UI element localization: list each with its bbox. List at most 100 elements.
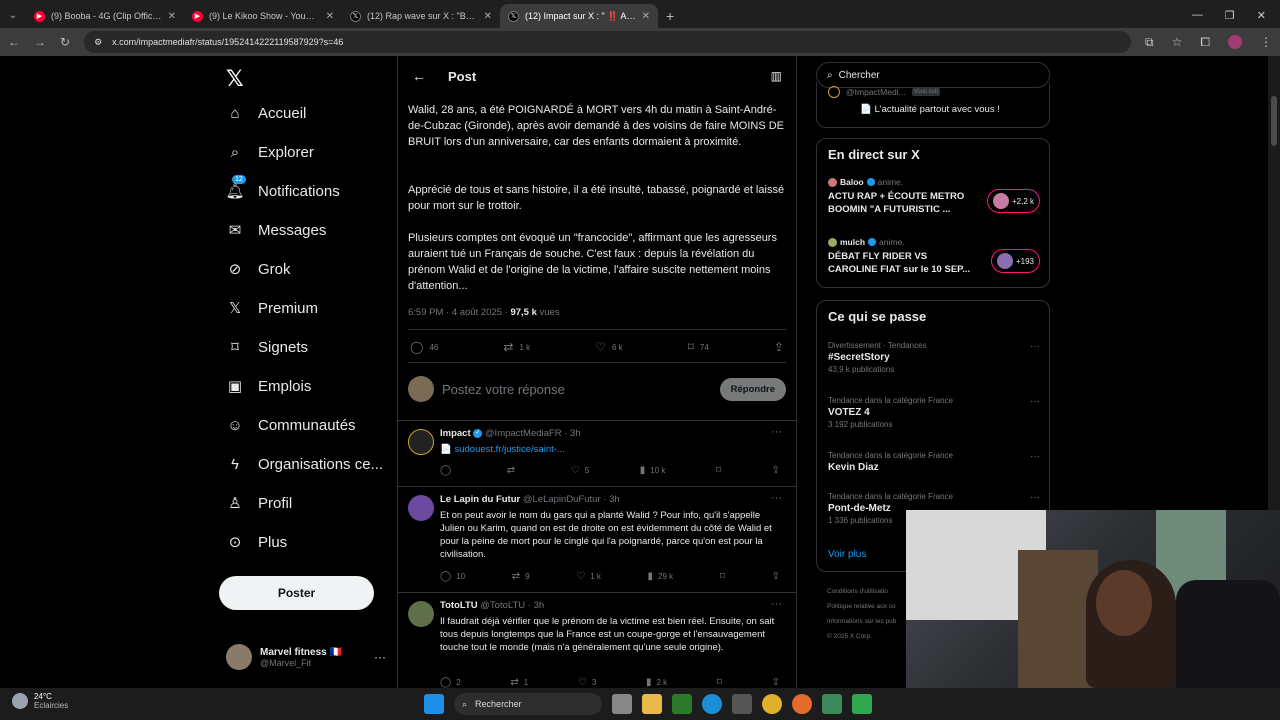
author-name[interactable]: Le Lapin du Futur: [440, 494, 520, 505]
edge-icon[interactable]: [702, 694, 722, 714]
views-button[interactable]: ▮ 2 k: [646, 677, 667, 688]
reply-tweet[interactable]: Le Lapin du Futur @LeLapinDuFutur · 3h ·…: [398, 486, 796, 590]
bookmark-star-icon[interactable]: ☆: [1172, 35, 1183, 50]
repost-button[interactable]: ⇄ 9: [512, 571, 530, 582]
nav-item-messages[interactable]: ✉ Messages: [226, 221, 327, 240]
post-button[interactable]: Poster: [219, 576, 374, 610]
app-icon[interactable]: [852, 694, 872, 714]
show-more-link[interactable]: Voir plus: [828, 549, 866, 560]
more-icon[interactable]: ···: [771, 598, 782, 610]
listeners-pill[interactable]: +193: [990, 249, 1040, 273]
windows-start-icon[interactable]: [424, 694, 444, 714]
reply-button[interactable]: ◯ 2: [440, 677, 461, 688]
scrollbar-thumb[interactable]: [1271, 96, 1277, 146]
live-item[interactable]: Baloo anime. ACTU RAP + ÉCOUTE METRO BOOM…: [828, 177, 1040, 216]
tweet-time[interactable]: · 3h: [528, 600, 544, 611]
views-button[interactable]: ▮ 10 k: [640, 465, 666, 476]
nav-item-communautes[interactable]: ☺ Communautés: [226, 416, 355, 434]
nav-item-explorer[interactable]: ⌕ Explorer: [226, 143, 314, 161]
share-button[interactable]: ⇪: [774, 340, 784, 354]
nav-item-profil[interactable]: ♙ Profil: [226, 494, 292, 513]
close-icon[interactable]: ✕: [642, 11, 650, 22]
reload-icon[interactable]: ↻: [60, 35, 70, 49]
nav-item-premium[interactable]: 𝕏 Premium: [226, 299, 318, 318]
post-timestamp[interactable]: 6:59 PM · 4 août 2025 ·: [408, 307, 510, 318]
more-icon[interactable]: ···: [1030, 396, 1040, 407]
profile-preview-card[interactable]: @ImpactMedi... Vous suit 📄 L'actualité p…: [816, 82, 1050, 128]
tweet-time[interactable]: · 3h: [603, 494, 619, 505]
forward-icon[interactable]: →: [34, 35, 46, 49]
bookmark-button[interactable]: ⌑: [717, 677, 722, 688]
more-icon[interactable]: ···: [1030, 451, 1040, 462]
reader-mode-icon[interactable]: ▥: [771, 69, 782, 83]
repost-button[interactable]: ⇄ 1: [510, 677, 528, 688]
restore-icon[interactable]: ❐: [1225, 9, 1235, 22]
tab-search-icon[interactable]: ⌄: [0, 2, 26, 28]
repost-button[interactable]: ⇄: [507, 465, 520, 476]
browser-tab[interactable]: 𝕏 (12) Rap wave sur X : "Booba a ✕: [342, 4, 500, 28]
author-name[interactable]: Impact: [440, 428, 471, 439]
x-logo-icon[interactable]: 𝕏: [226, 66, 244, 92]
store-icon[interactable]: [732, 694, 752, 714]
account-switcher[interactable]: Marvel fitness 🇫🇷 @Marvel_Fit ···: [226, 644, 386, 670]
nav-item-accueil[interactable]: ⌂ Accueil: [226, 104, 306, 122]
taskbar-search[interactable]: ⌕ Rechercher: [454, 693, 602, 715]
nav-item-organisations[interactable]: ϟ Organisations ce...: [226, 455, 383, 473]
nav-item-grok[interactable]: ⊘ Grok: [226, 260, 291, 279]
like-button[interactable]: ♡ 5: [571, 465, 589, 476]
reply-submit-button[interactable]: Répondre: [719, 377, 786, 401]
more-icon[interactable]: ···: [374, 650, 386, 664]
browser-tab-active[interactable]: 𝕏 (12) Impact sur X : " ‼️ ALERT ✕: [500, 4, 658, 28]
task-view-icon[interactable]: [612, 694, 632, 714]
more-icon[interactable]: ···: [1030, 341, 1040, 352]
like-button[interactable]: ♡ 1 k: [576, 571, 601, 582]
reply-input[interactable]: Postez votre réponse: [442, 382, 565, 397]
file-explorer-icon[interactable]: [642, 694, 662, 714]
nvidia-icon[interactable]: [672, 694, 692, 714]
like-button[interactable]: ♡ 6 k: [595, 340, 622, 354]
nav-item-signets[interactable]: ⌑ Signets: [226, 338, 308, 357]
weather-widget[interactable]: 24°C Eclaircies: [12, 692, 68, 710]
close-icon[interactable]: ✕: [168, 11, 176, 22]
close-icon[interactable]: ✕: [484, 11, 492, 22]
browser-tab[interactable]: ▶ (9) Le Kikoo Show - YouTube ✕: [184, 4, 342, 28]
author-handle[interactable]: @ImpactMediaFR: [485, 428, 562, 439]
bookmark-button[interactable]: ⌑ 74: [688, 340, 709, 354]
author-name[interactable]: TotoLTU: [440, 600, 478, 611]
minimize-icon[interactable]: —: [1192, 9, 1203, 21]
share-button[interactable]: ⇪: [772, 465, 780, 476]
author-handle[interactable]: @TotoLTU: [480, 600, 525, 611]
reply-tweet[interactable]: Impact ✓ @ImpactMediaFR · 3h ··· 📄 sudou…: [398, 420, 796, 480]
nav-item-notifications[interactable]: 🔔︎ 12 Notifications: [225, 175, 340, 200]
address-bar[interactable]: ⚙ x.com/impactmediafr/status/19524142221…: [84, 31, 1132, 53]
share-button[interactable]: ⇪: [772, 571, 780, 582]
nav-item-plus[interactable]: ⊙ Plus: [226, 533, 287, 552]
profile-avatar[interactable]: [1228, 34, 1242, 49]
firefox-icon[interactable]: [792, 694, 812, 714]
back-icon[interactable]: ←: [8, 35, 20, 49]
reply-button[interactable]: ◯: [440, 465, 456, 476]
trend-item[interactable]: Tendance dans la catégorie France VOTEZ …: [828, 396, 1040, 429]
close-window-icon[interactable]: ✕: [1257, 9, 1266, 22]
listeners-pill[interactable]: +2,2 k: [986, 189, 1040, 213]
extensions-icon[interactable]: ⧠: [1200, 35, 1210, 50]
share-button[interactable]: ⇪: [772, 677, 780, 688]
tweet-time[interactable]: · 3h: [564, 428, 580, 439]
close-icon[interactable]: ✕: [326, 11, 334, 22]
like-button[interactable]: ♡ 3: [578, 677, 596, 688]
views-button[interactable]: ▮ 29 k: [648, 571, 674, 582]
menu-icon[interactable]: ⋮: [1260, 35, 1272, 50]
reply-tweet[interactable]: TotoLTU @TotoLTU · 3h ··· Il faudrait dé…: [398, 592, 796, 688]
chrome-icon[interactable]: [762, 694, 782, 714]
reply-button[interactable]: ◯ 46: [410, 340, 438, 354]
trend-item[interactable]: Divertissement · Tendances #SecretStory …: [828, 341, 1040, 374]
browser-tab[interactable]: ▶ (9) Booba - 4G (Clip Officiel) - Y ✕: [26, 4, 184, 28]
xbox-icon[interactable]: [822, 694, 842, 714]
reply-button[interactable]: ◯ 10: [440, 571, 465, 582]
bookmark-button[interactable]: ⌑: [720, 571, 725, 582]
more-icon[interactable]: ···: [771, 426, 782, 438]
new-tab-button[interactable]: +: [658, 4, 682, 28]
site-info-icon[interactable]: ⚙: [94, 37, 102, 48]
more-icon[interactable]: ···: [771, 492, 782, 504]
more-icon[interactable]: ···: [1030, 492, 1040, 503]
